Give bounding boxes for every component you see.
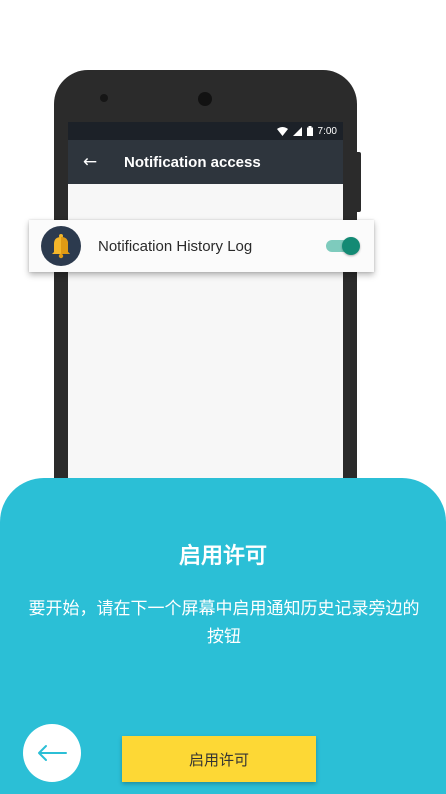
arrow-left-icon[interactable]: ←	[70, 152, 110, 172]
enable-permission-button[interactable]: 启用许可	[122, 736, 316, 782]
arrow-left-icon	[38, 745, 67, 761]
back-button[interactable]	[23, 724, 81, 782]
onboarding-title: 启用许可	[178, 544, 267, 569]
signal-icon	[292, 126, 302, 136]
app-bar: ← Notification access	[68, 140, 343, 184]
bell-icon	[41, 226, 81, 266]
onboarding-description: 要开始，请在下一个屏幕中启用通知历史记录旁边的按钮	[28, 599, 420, 647]
permission-toggle[interactable]	[326, 237, 360, 255]
battery-icon	[306, 126, 313, 136]
toggle-thumb	[342, 237, 360, 255]
wifi-icon	[276, 126, 288, 136]
permission-item[interactable]: Notification History Log	[29, 220, 374, 272]
phone-side-button	[357, 152, 361, 212]
phone-camera	[198, 92, 212, 106]
app-bar-title: Notification access	[124, 153, 261, 171]
status-bar: 7:00	[68, 122, 343, 140]
phone-sensor	[100, 94, 108, 102]
permission-item-label: Notification History Log	[98, 237, 253, 255]
status-time: 7:00	[317, 125, 337, 137]
